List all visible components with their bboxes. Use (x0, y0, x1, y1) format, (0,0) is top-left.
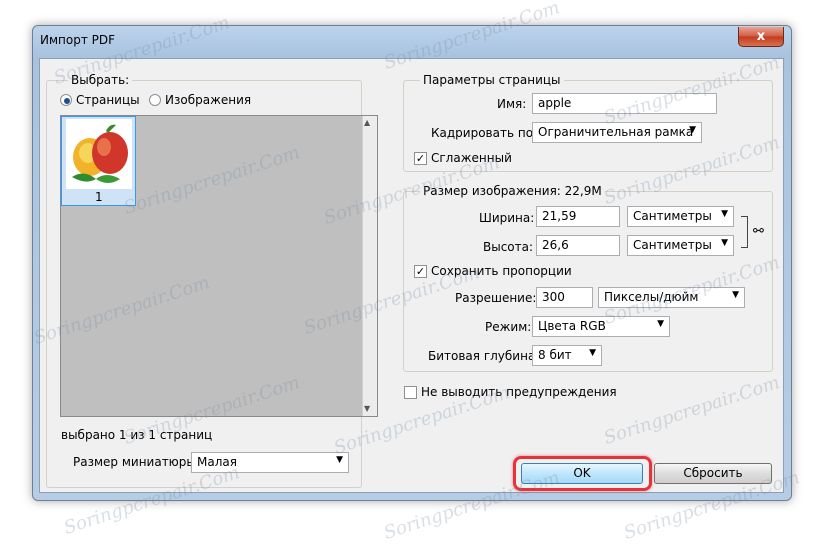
depth-select[interactable]: 8 бит ▼ (532, 345, 602, 366)
apple-thumbnail-image (66, 119, 132, 189)
reset-button[interactable]: Сбросить (654, 463, 772, 484)
mode-value: Цвета RGB (538, 319, 606, 333)
depth-value: 8 бит (538, 348, 572, 362)
antialias-checkbox[interactable]: ✓ (414, 152, 427, 165)
height-label: Высота: (483, 240, 534, 254)
resolution-input[interactable]: 300 (536, 287, 593, 308)
resolution-unit-value: Пикселы/дюйм (604, 290, 699, 304)
width-unit-select[interactable]: Сантиметры ▼ (627, 206, 734, 227)
page-thumbnail[interactable]: 1 (61, 116, 136, 206)
chain-link-icon[interactable]: ⚯ (753, 224, 764, 239)
thumbnail-scrollbar[interactable] (362, 116, 377, 416)
resolution-label: Разрешение: (455, 291, 537, 305)
window-title: Импорт PDF (40, 33, 116, 47)
thumb-size-select[interactable]: Малая ▼ (191, 452, 349, 473)
radio-pages-label[interactable]: Страницы (76, 93, 140, 107)
chevron-down-icon: ▼ (589, 348, 596, 358)
selection-status: выбрано 1 из 1 страниц (61, 428, 213, 442)
antialias-label[interactable]: Сглаженный (431, 151, 512, 165)
width-label: Ширина: (479, 211, 535, 225)
chevron-down-icon: ▼ (336, 455, 343, 465)
chevron-down-icon: ▼ (732, 290, 739, 300)
height-unit-select[interactable]: Сантиметры ▼ (627, 235, 734, 256)
chevron-down-icon: ▼ (689, 125, 696, 135)
crop-label: Кадрировать по: (431, 126, 538, 140)
height-unit-value: Сантиметры (633, 238, 712, 252)
suppress-warnings-checkbox[interactable] (404, 386, 417, 399)
radio-images[interactable] (149, 94, 161, 106)
chevron-down-icon: ▼ (721, 238, 728, 248)
mode-label: Режим: (485, 320, 532, 334)
height-input[interactable]: 26,6 (536, 235, 620, 256)
radio-pages[interactable] (60, 94, 72, 106)
thumb-size-value: Малая (197, 455, 237, 469)
link-bracket (741, 216, 748, 248)
chevron-down-icon: ▼ (721, 209, 728, 219)
resolution-unit-select[interactable]: Пикселы/дюйм ▼ (598, 287, 745, 308)
constrain-checkbox[interactable]: ✓ (414, 265, 427, 278)
name-label: Имя: (497, 97, 527, 111)
width-input[interactable]: 21,59 (536, 206, 620, 227)
thumbnail-number: 1 (95, 190, 103, 204)
name-input[interactable]: apple (532, 93, 717, 114)
crop-select[interactable]: Ограничительная рамка ▼ (532, 122, 702, 143)
ok-button[interactable]: OK (521, 463, 643, 484)
image-size-legend: Размер изображения: 22,9M (420, 184, 605, 198)
depth-label: Битовая глубина: (428, 349, 540, 363)
chevron-down-icon: ▼ (657, 319, 664, 329)
scroll-down-icon[interactable]: ▼ (364, 404, 370, 413)
select-group-legend: Выбрать: (68, 73, 133, 87)
page-params-legend: Параметры страницы (420, 73, 564, 87)
width-unit-value: Сантиметры (633, 209, 712, 223)
radio-images-label[interactable]: Изображения (165, 93, 251, 107)
mode-select[interactable]: Цвета RGB ▼ (532, 316, 670, 337)
thumb-size-label: Размер миниатюры: (73, 455, 200, 469)
close-button[interactable]: x (738, 27, 784, 47)
crop-value: Ограничительная рамка (538, 125, 694, 139)
suppress-warnings-label[interactable]: Не выводить предупреждения (421, 385, 617, 399)
scroll-up-icon[interactable]: ▲ (364, 118, 370, 127)
constrain-label[interactable]: Сохранить пропорции (431, 264, 572, 278)
